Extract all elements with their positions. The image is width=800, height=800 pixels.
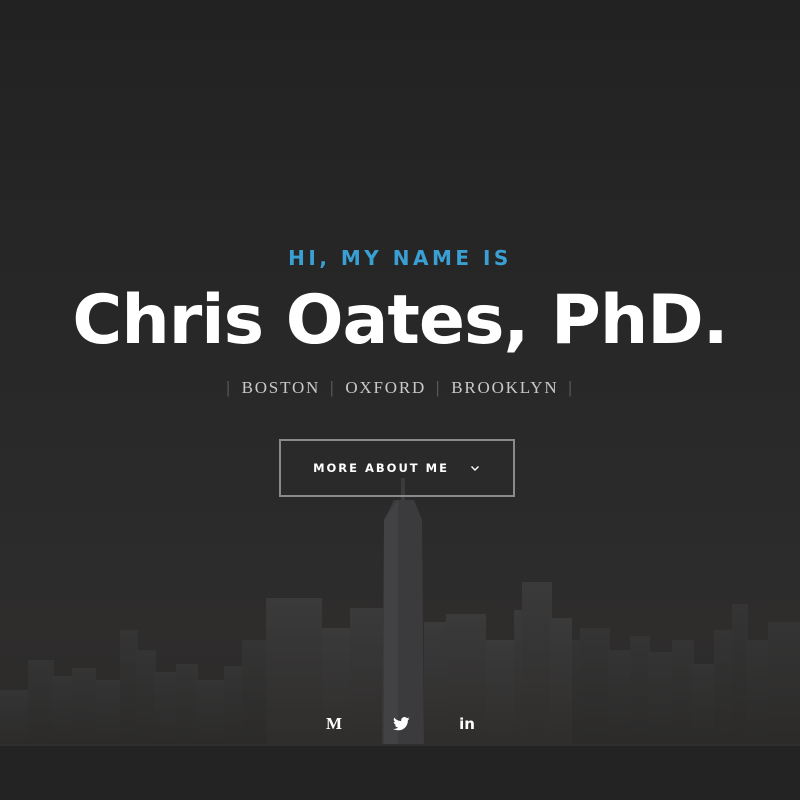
locations-list: | BOSTON | OXFORD | BROOKLYN | — [0, 378, 800, 398]
location-oxford: OXFORD — [345, 378, 427, 397]
greeting-text: HI, MY NAME IS — [288, 246, 512, 270]
separator: | — [330, 378, 336, 397]
linkedin-icon[interactable]: in — [455, 712, 479, 736]
hero-section: HI, MY NAME IS Chris Oates, PhD. | BOSTO… — [0, 0, 800, 800]
chevron-down-icon — [470, 466, 479, 471]
separator: | — [568, 378, 574, 397]
separator: | — [226, 378, 232, 397]
more-about-me-button[interactable]: MORE ABOUT ME — [279, 439, 515, 497]
medium-icon[interactable]: M — [322, 712, 346, 736]
page-title: Chris Oates, PhD. — [72, 281, 728, 360]
social-links: M in — [0, 712, 800, 738]
separator: | — [436, 378, 442, 397]
location-boston: BOSTON — [241, 378, 321, 397]
city-skyline-background — [0, 0, 800, 800]
location-brooklyn: BROOKLYN — [451, 378, 559, 397]
more-about-me-label: MORE ABOUT ME — [313, 461, 449, 475]
twitter-icon[interactable] — [389, 712, 413, 736]
